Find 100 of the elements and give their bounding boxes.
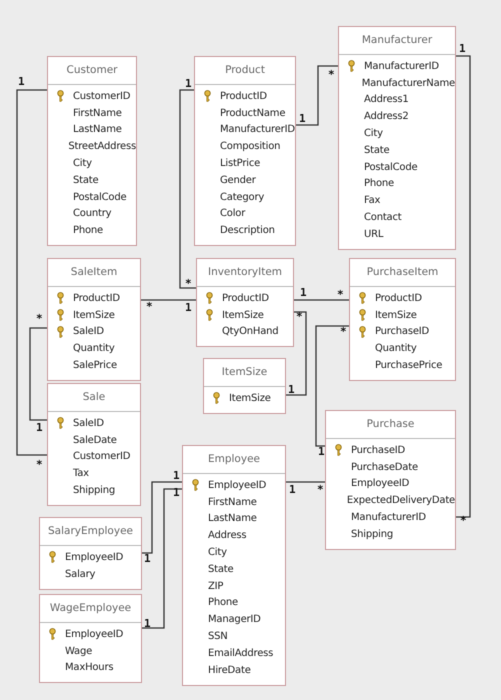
field-name[interactable]: URL <box>364 228 384 240</box>
field-name[interactable]: Wage <box>65 646 92 657</box>
field-name[interactable]: ManufacturerID <box>364 60 439 72</box>
cardinality-label: 1 <box>185 78 192 89</box>
field-name[interactable]: ManufacturerID <box>220 124 295 136</box>
field-name[interactable]: Gender <box>220 174 256 186</box>
field-name[interactable]: ListPrice <box>220 158 260 170</box>
field-name[interactable]: Description <box>220 225 275 236</box>
field-name[interactable]: SaleID <box>73 418 104 429</box>
field-name[interactable]: PostalCode <box>73 192 126 203</box>
table-title: SalaryEmployee <box>40 518 141 546</box>
field-name[interactable]: ManufacturerID <box>351 512 426 524</box>
table-box[interactable]: PurchaseItem ProductID ItemSize PurchaseID Quantity PurchasePrice <box>349 258 456 381</box>
field-name[interactable]: EmployeeID <box>351 478 410 490</box>
field-name[interactable]: LastName <box>208 513 257 524</box>
field-name[interactable]: PurchaseID <box>375 326 430 338</box>
field-name[interactable]: ManagerID <box>208 614 261 626</box>
field-name[interactable]: Color <box>220 208 246 220</box>
field-name[interactable]: Contact <box>364 212 402 224</box>
table-title: Sale <box>48 384 140 412</box>
field-name[interactable]: Address1 <box>364 94 409 106</box>
field-name[interactable]: State <box>73 174 98 186</box>
field-name[interactable]: QtyOnHand <box>222 326 278 338</box>
field-name[interactable]: FirstName <box>208 496 257 508</box>
field-name[interactable]: PurchaseID <box>351 444 406 456</box>
table-title: SaleItem <box>48 259 140 287</box>
field-name[interactable]: Composition <box>220 141 280 152</box>
field-name[interactable]: ItemSize <box>229 392 271 404</box>
field-name[interactable]: EmployeeID <box>65 552 124 563</box>
field-name[interactable]: Shipping <box>351 528 394 540</box>
field-name[interactable]: ProductID <box>220 90 267 102</box>
field-name[interactable]: SSN <box>208 631 228 642</box>
field-name[interactable]: EmployeeID <box>65 628 124 640</box>
field-name[interactable]: ManufacturerName <box>362 78 455 89</box>
field-name[interactable]: Phone <box>73 225 103 236</box>
field-name[interactable]: Phone <box>208 597 238 608</box>
field-name[interactable]: CustomerID <box>73 90 130 102</box>
field-name[interactable]: ZIP <box>208 580 224 592</box>
field-name[interactable]: Category <box>220 192 264 203</box>
cardinality-label: 1 <box>288 384 295 395</box>
field-name[interactable]: Shipping <box>73 485 116 496</box>
field-name[interactable]: EmailAddress <box>208 648 274 659</box>
field-name[interactable]: City <box>364 128 383 140</box>
field-name[interactable]: Address <box>208 530 246 542</box>
field-name[interactable]: PostalCode <box>364 162 418 173</box>
field-name[interactable]: Quantity <box>73 343 115 354</box>
field-name[interactable]: PurchasePrice <box>375 360 442 372</box>
field-name[interactable]: EmployeeID <box>208 480 266 491</box>
relationship-line <box>294 299 349 301</box>
field-name[interactable]: ItemSize <box>222 310 264 321</box>
cardinality-label: 1 <box>173 487 180 498</box>
field-name[interactable]: ProductID <box>375 292 422 304</box>
table-box[interactable]: SaleItem ProductID ItemSize SaleID Quantity SalePrice <box>47 258 141 381</box>
field-name[interactable]: ItemSize <box>375 310 417 321</box>
cardinality-label: 1 <box>299 113 306 124</box>
field-name[interactable]: Salary <box>65 568 96 580</box>
field-name[interactable]: ProductID <box>73 292 120 304</box>
field-name[interactable]: State <box>208 564 234 575</box>
table-title: Product <box>195 57 295 85</box>
table-box[interactable]: Product ProductID ProductName ManufacturerID Composition ListPrice Gender Category Color Description <box>194 56 296 246</box>
field-name[interactable]: MaxHours <box>65 662 114 674</box>
field-name[interactable]: Phone <box>364 178 394 190</box>
field-name[interactable]: HireDate <box>208 664 251 676</box>
cardinality-label: 1 <box>36 422 43 433</box>
cardinality-label: * <box>328 69 335 80</box>
field-name[interactable]: StreetAddress <box>68 141 136 152</box>
cardinality-label: * <box>146 301 153 312</box>
field-name[interactable]: SaleDate <box>73 434 117 446</box>
table-box[interactable]: Purchase PurchaseID PurchaseDate EmployeeID ExpectedDeliveryDate ManufacturerID Shipping <box>325 410 456 550</box>
field-name[interactable]: CustomerID <box>73 451 130 462</box>
field-name[interactable]: Fax <box>364 195 380 206</box>
field-name[interactable]: ProductName <box>220 108 286 119</box>
table-box[interactable]: WageEmployee EmployeeID Wage MaxHours <box>39 594 142 684</box>
field-name[interactable]: Tax <box>73 468 89 480</box>
field-name[interactable]: State <box>364 144 390 156</box>
table-title: Employee <box>183 446 285 474</box>
field-name[interactable]: ProductID <box>222 292 269 304</box>
table-box[interactable]: Employee EmployeeID FirstName LastName Address City State ZIP Phone ManagerID SSN EmailAddress HireDate <box>182 445 286 686</box>
field-name[interactable]: ExpectedDeliveryDate <box>346 495 455 506</box>
field-name[interactable]: FirstName <box>73 108 122 119</box>
table-box[interactable]: Customer CustomerID FirstName LastName StreetAddress City State PostalCode Country Phone <box>47 56 137 246</box>
field-name[interactable]: Quantity <box>375 343 417 354</box>
table-box[interactable]: SalaryEmployee EmployeeID Salary <box>39 517 142 590</box>
cardinality-label: 1 <box>318 446 325 457</box>
field-name[interactable]: Country <box>73 208 112 220</box>
field-name[interactable]: City <box>73 158 92 170</box>
field-name[interactable]: LastName <box>73 124 122 136</box>
table-box[interactable]: InventoryItem ProductID ItemSize QtyOnHand <box>196 258 294 348</box>
cardinality-label: 1 <box>144 618 151 629</box>
field-name[interactable]: SalePrice <box>73 360 118 372</box>
table-box[interactable]: ItemSize ItemSize <box>203 358 286 414</box>
field-name[interactable]: PurchaseDate <box>351 462 418 473</box>
cardinality-label: * <box>317 484 324 495</box>
table-box[interactable]: Manufacturer ManufacturerID ManufacturerName Address1 Address2 City State PostalCode Phone Fax Contact URL <box>338 26 456 250</box>
field-name[interactable]: Address2 <box>364 111 409 122</box>
table-box[interactable]: Sale SaleID SaleDate CustomerID Tax Shipping <box>47 383 141 506</box>
field-name[interactable]: ItemSize <box>73 310 115 321</box>
cardinality-label: * <box>460 515 467 526</box>
field-name[interactable]: SaleID <box>73 326 104 338</box>
field-name[interactable]: City <box>208 547 227 558</box>
